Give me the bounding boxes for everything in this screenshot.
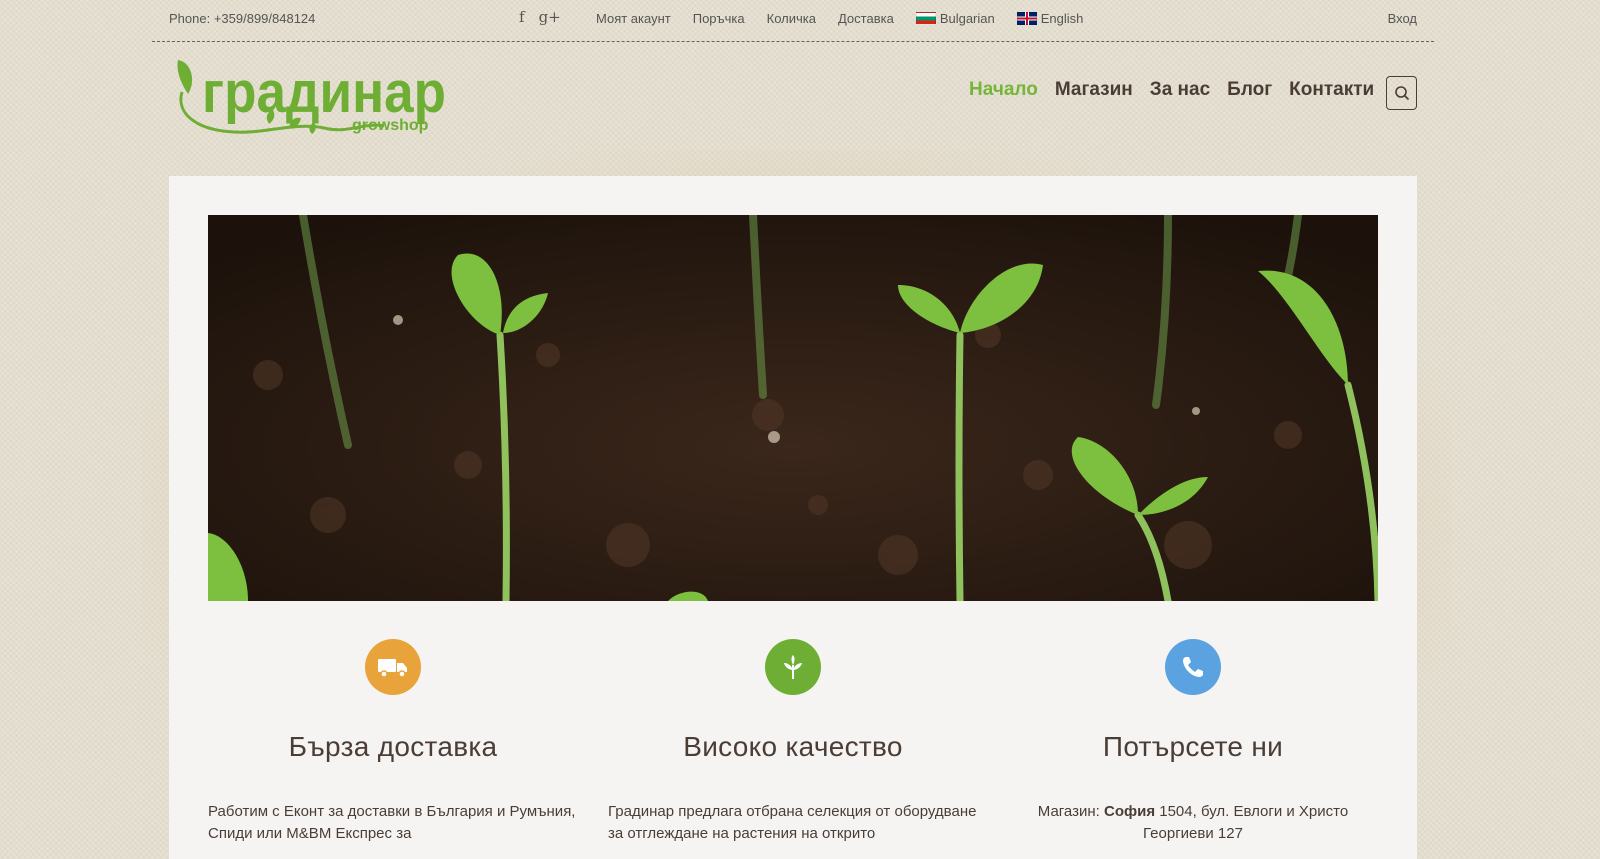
features-section: Бърза доставка Работим с Еконт за достав… [208, 639, 1378, 859]
header-divider [152, 41, 1434, 42]
account-links: Моят акаунт Поръчка Количка Доставка Bul… [596, 11, 1083, 26]
top-bar: Phone: +359/899/848124 f g+ Моят акаунт … [169, 0, 1417, 40]
language-english[interactable]: English [1016, 11, 1084, 26]
nav-blog[interactable]: Блог [1227, 79, 1272, 101]
site-logo[interactable]: градинар growshop [174, 52, 454, 144]
search-button[interactable] [1386, 76, 1417, 110]
feature-delivery-text: Работим с Еконт за доставки в България и… [208, 803, 576, 842]
feature-contact-address: 1504, бул. Евлоги и Христо Георгиеви 127 [1143, 803, 1349, 842]
truck-icon [378, 659, 407, 678]
feature-contact: Потърсете ни Магазин: София 1504, бул. Е… [1008, 639, 1378, 845]
social-links: f g+ [519, 8, 561, 26]
link-my-account[interactable]: Моят акаунт [596, 11, 671, 26]
feature-delivery-circle [365, 639, 421, 695]
feature-quality-text: Градинар предлага отбрана селекция от об… [608, 803, 977, 842]
language-bulgarian-label: Bulgarian [939, 11, 995, 26]
feature-contact-title: Потърсете ни [1102, 731, 1284, 762]
search-icon [1394, 86, 1409, 101]
link-delivery[interactable]: Доставка [838, 11, 894, 26]
content-panel: Бърза доставка Работим с Еконт за достав… [169, 176, 1417, 859]
language-english-label: English [1040, 11, 1084, 26]
google-plus-icon[interactable]: g+ [539, 8, 561, 26]
feature-quality-circle [765, 639, 821, 695]
feature-quality: Високо качество Градинар предлага отбран… [608, 639, 978, 845]
nav-shop[interactable]: Магазин [1055, 79, 1133, 101]
logo-title: градинар [202, 60, 446, 125]
link-cart[interactable]: Количка [767, 11, 816, 26]
bulgaria-flag-icon [915, 12, 936, 25]
phone-number: Phone: +359/899/848124 [169, 11, 316, 26]
leaf-icon [784, 655, 802, 679]
language-bulgarian[interactable]: Bulgarian [915, 11, 995, 26]
nav-about[interactable]: За нас [1150, 79, 1210, 101]
feature-delivery: Бърза доставка Работим с Еконт за достав… [208, 639, 578, 845]
hero-image [208, 215, 1378, 601]
login-link[interactable]: Вход [1388, 11, 1417, 26]
phone-icon [1183, 657, 1203, 677]
nav-contacts[interactable]: Контакти [1289, 79, 1374, 101]
feature-delivery-title: Бърза доставка [288, 731, 498, 762]
feature-contact-circle [1165, 639, 1221, 695]
main-navigation: Начало Магазин За нас Блог Контакти [969, 79, 1374, 101]
link-order[interactable]: Поръчка [693, 11, 745, 26]
feature-contact-prefix: Магазин: [1037, 803, 1104, 820]
nav-home[interactable]: Начало [969, 79, 1038, 101]
feature-quality-title: Високо качество [683, 731, 903, 762]
seedlings-illustration [208, 215, 1378, 601]
facebook-icon[interactable]: f [519, 8, 525, 26]
feature-contact-city: София [1103, 803, 1156, 820]
uk-flag-icon [1016, 12, 1037, 25]
feature-contact-text: Магазин: София 1504, бул. Евлоги и Христ… [1008, 801, 1378, 845]
logo-subtitle: growshop [352, 117, 429, 134]
